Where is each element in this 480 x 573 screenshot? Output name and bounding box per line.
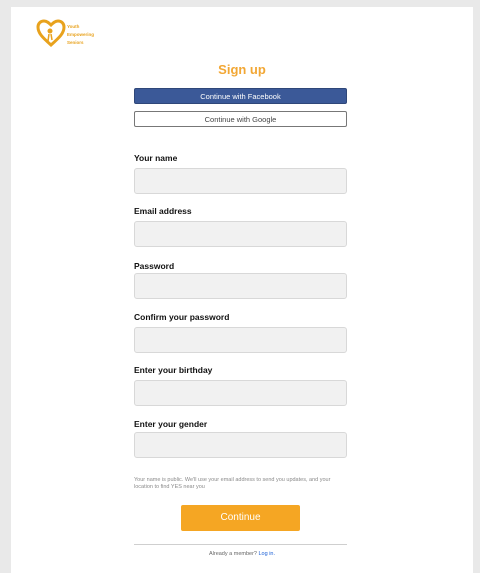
birthday-input[interactable]: [134, 380, 347, 406]
already-member-text: Already a member?: [208, 551, 257, 557]
heart-logo-icon: [36, 19, 66, 48]
logo-line-3: Seniors: [67, 40, 84, 45]
logo-line-2: Empowering: [67, 32, 95, 37]
name-input[interactable]: [134, 168, 347, 194]
yes-logo: Youth Empowering Seniors: [36, 19, 106, 59]
birthday-label: Enter your birthday: [134, 365, 213, 375]
confirm-password-input[interactable]: [134, 327, 347, 353]
login-link[interactable]: Log in.: [259, 551, 276, 557]
password-input[interactable]: [134, 273, 347, 299]
confirm-password-label: Confirm your password: [134, 312, 230, 322]
continue-with-google-button[interactable]: Continue with Google: [134, 111, 347, 127]
password-label: Password: [134, 261, 175, 271]
divider: [134, 544, 347, 545]
name-label: Your name: [134, 153, 178, 163]
page-title: Sign up: [218, 62, 266, 77]
logo-text: Youth Empowering Seniors: [67, 23, 94, 47]
logo-line-1: Youth: [67, 24, 80, 29]
gender-label: Enter your gender: [134, 419, 208, 429]
login-prompt: Already a member? Log in.: [11, 551, 473, 557]
privacy-note: Your name is public. We'll use your emai…: [134, 477, 331, 490]
email-label: Email address: [134, 206, 192, 216]
email-input[interactable]: [134, 221, 347, 247]
signup-page: Youth Empowering Seniors Sign up Continu…: [11, 7, 473, 573]
continue-with-facebook-button[interactable]: Continue with Facebook: [134, 88, 347, 104]
continue-button[interactable]: Continue: [181, 505, 300, 531]
gender-input[interactable]: [134, 432, 347, 458]
